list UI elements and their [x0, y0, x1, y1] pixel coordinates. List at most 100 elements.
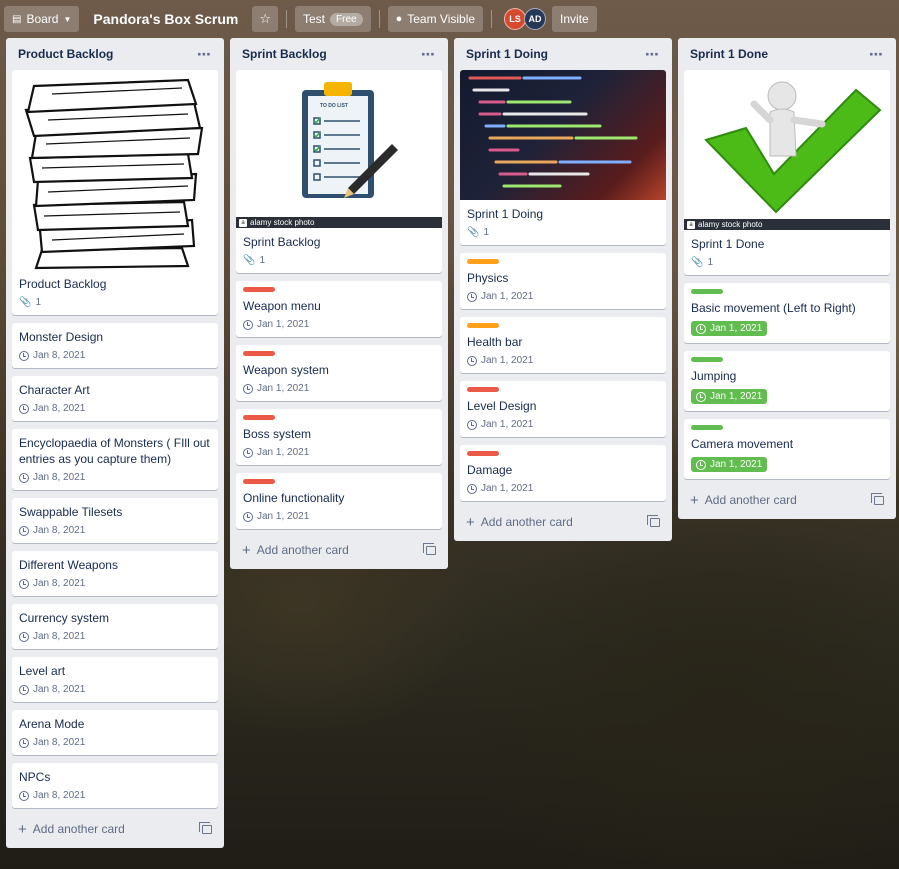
due-complete-badge[interactable]: Jan 1, 2021 [691, 321, 768, 336]
avatar[interactable]: LS [504, 8, 527, 30]
list-card[interactable]: Weapon menu Jan 1, 2021 [236, 281, 442, 337]
due-date: Jan 1, 2021 [243, 447, 435, 458]
clock-icon [19, 631, 29, 642]
list-title[interactable]: Product Backlog [18, 47, 113, 61]
list-card[interactable]: Camera movement Jan 1, 2021 [684, 419, 890, 479]
list-header[interactable]: Sprint 1 Done ⋯ [684, 38, 890, 70]
list-title[interactable]: Sprint Backlog [242, 47, 327, 61]
add-card-button[interactable]: + Add another card [12, 816, 218, 842]
label-green[interactable] [691, 289, 723, 294]
add-card-button[interactable]: + Add another card [460, 509, 666, 535]
list-card[interactable]: Level art Jan 8, 2021 [12, 657, 218, 702]
card-title: Level Design [467, 399, 537, 413]
visibility-button[interactable]: ● Team Visible [387, 6, 484, 32]
due-date: Jan 8, 2021 [19, 631, 211, 642]
alamy-logo: a [687, 220, 695, 229]
clock-icon [19, 737, 29, 748]
clock-icon [467, 483, 477, 494]
due-text: Jan 1, 2021 [481, 291, 534, 302]
divider [378, 10, 380, 28]
list-card[interactable]: Arena Mode Jan 8, 2021 [12, 710, 218, 755]
more-icon[interactable]: ⋯ [645, 46, 660, 63]
due-date: Jan 1, 2021 [467, 483, 659, 494]
plus-icon: + [690, 491, 699, 509]
card-title: Product Backlog [19, 277, 107, 291]
plus-icon: + [18, 820, 27, 838]
label-red[interactable] [243, 415, 275, 420]
label-orange[interactable] [467, 323, 499, 328]
card-title: Level art [19, 664, 66, 678]
list-card[interactable]: Character Art Jan 8, 2021 [12, 376, 218, 421]
list-card[interactable]: Physics Jan 1, 2021 [460, 253, 666, 309]
cover-card[interactable]: Product Backlog 📎 1 [12, 70, 218, 315]
due-text: Jan 8, 2021 [33, 403, 86, 414]
due-text: Jan 1, 2021 [257, 319, 310, 330]
cover-card[interactable]: a alamy stock photo Sprint 1 Done 📎 1 [684, 70, 890, 275]
list-header[interactable]: Sprint Backlog ⋯ [236, 38, 442, 70]
due-complete-badge[interactable]: Jan 1, 2021 [691, 389, 768, 404]
label-red[interactable] [467, 387, 499, 392]
card-title: NPCs [19, 770, 51, 784]
list-card[interactable]: Boss system Jan 1, 2021 [236, 409, 442, 465]
list-sprint-1-done: Sprint 1 Done ⋯ a alamy stock photo Spri… [678, 38, 896, 519]
team-icon: ● [395, 13, 403, 25]
due-text: Jan 8, 2021 [33, 525, 86, 536]
due-text: Jan 1, 2021 [710, 323, 763, 334]
card-template-icon[interactable] [647, 514, 660, 527]
list-card[interactable]: Monster Design Jan 8, 2021 [12, 323, 218, 368]
clock-icon [243, 383, 253, 394]
label-red[interactable] [243, 287, 275, 292]
list-card[interactable]: Weapon system Jan 1, 2021 [236, 345, 442, 401]
list-card[interactable]: Damage Jan 1, 2021 [460, 445, 666, 501]
invite-button[interactable]: Invite [552, 6, 597, 32]
list-header[interactable]: Sprint 1 Doing ⋯ [460, 38, 666, 70]
board-title[interactable]: Pandora's Box Scrum [85, 11, 246, 27]
label-green[interactable] [691, 425, 723, 430]
card-title: Currency system [19, 611, 110, 625]
attachment-number: 1 [259, 255, 266, 266]
due-text: Jan 1, 2021 [481, 419, 534, 430]
list-card[interactable]: Swappable Tilesets Jan 8, 2021 [12, 498, 218, 543]
star-button[interactable]: ☆ [252, 6, 278, 32]
list-card[interactable]: Health bar Jan 1, 2021 [460, 317, 666, 373]
list-card[interactable]: Online functionality Jan 1, 2021 [236, 473, 442, 529]
more-icon[interactable]: ⋯ [421, 46, 436, 63]
list-card[interactable]: NPCs Jan 8, 2021 [12, 763, 218, 808]
board-view-button[interactable]: ▤ Board ▼ [4, 6, 80, 32]
label-green[interactable] [691, 357, 723, 362]
label-red[interactable] [243, 351, 275, 356]
workspace-button[interactable]: Test Free [295, 6, 371, 32]
label-red[interactable] [467, 451, 499, 456]
clock-icon [19, 790, 29, 801]
star-icon: ☆ [259, 11, 271, 26]
due-text: Jan 1, 2021 [481, 483, 534, 494]
due-text: Jan 1, 2021 [257, 447, 310, 458]
list-title[interactable]: Sprint 1 Done [690, 47, 768, 61]
card-template-icon[interactable] [199, 821, 212, 834]
list-card[interactable]: Basic movement (Left to Right) Jan 1, 20… [684, 283, 890, 343]
due-date: Jan 8, 2021 [19, 578, 211, 589]
list-card[interactable]: Currency system Jan 8, 2021 [12, 604, 218, 649]
cover-card[interactable]: Sprint 1 Doing 📎 1 [460, 70, 666, 245]
more-icon[interactable]: ⋯ [869, 46, 884, 63]
avatar[interactable]: AD [524, 8, 547, 30]
card-template-icon[interactable] [871, 492, 884, 505]
add-card-button[interactable]: + Add another card [236, 537, 442, 563]
attachment-count: 📎 1 [691, 257, 883, 268]
list-header[interactable]: Product Backlog ⋯ [12, 38, 218, 70]
list-card[interactable]: Jumping Jan 1, 2021 [684, 351, 890, 411]
card-title: Sprint 1 Doing [467, 207, 544, 221]
label-orange[interactable] [467, 259, 499, 264]
due-complete-badge[interactable]: Jan 1, 2021 [691, 457, 768, 472]
label-red[interactable] [243, 479, 275, 484]
card-template-icon[interactable] [423, 542, 436, 555]
more-icon[interactable]: ⋯ [197, 46, 212, 63]
list-title[interactable]: Sprint 1 Doing [466, 47, 548, 61]
clock-icon [467, 355, 477, 366]
list-card[interactable]: Encyclopaedia of Monsters ( FIll out ent… [12, 429, 218, 490]
cover-card[interactable]: TO DO LIST a alamy stock photo Sprint Ba… [236, 70, 442, 273]
due-date: Jan 1, 2021 [691, 389, 883, 404]
list-card[interactable]: Different Weapons Jan 8, 2021 [12, 551, 218, 596]
add-card-button[interactable]: + Add another card [684, 487, 890, 513]
list-card[interactable]: Level Design Jan 1, 2021 [460, 381, 666, 437]
